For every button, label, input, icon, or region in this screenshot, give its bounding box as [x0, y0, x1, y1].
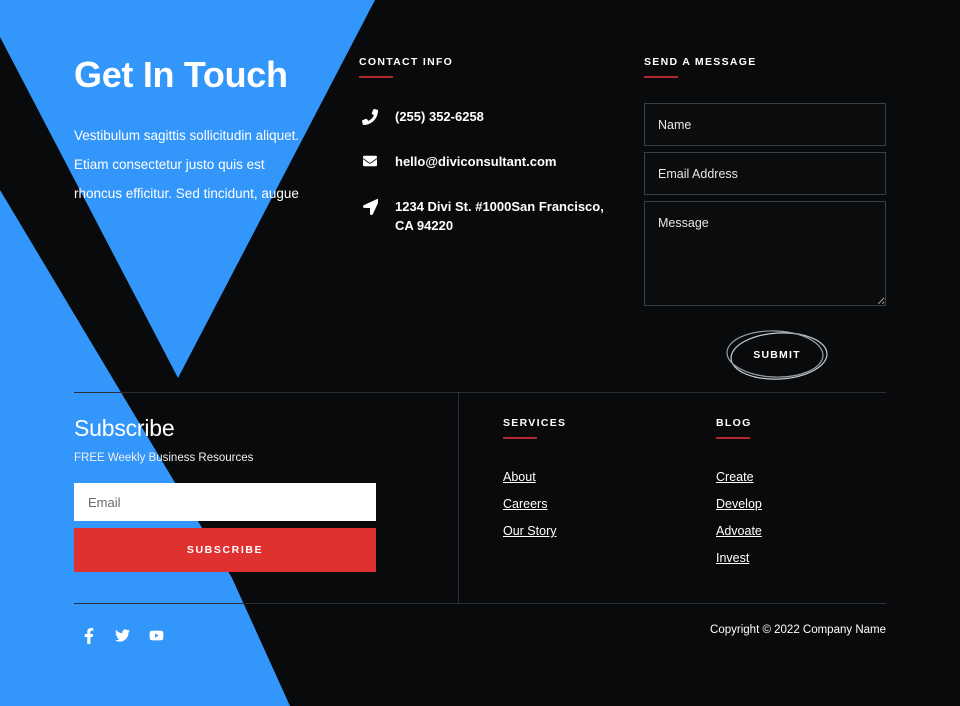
heading-rule — [716, 437, 750, 439]
subscribe-button[interactable]: SUBSCRIBE — [74, 528, 376, 572]
services-heading: SERVICES — [503, 417, 567, 429]
link-create[interactable]: Create — [716, 470, 754, 484]
divider-top — [74, 392, 886, 393]
link-careers[interactable]: Careers — [503, 497, 547, 511]
contact-email-text: hello@diviconsultant.com — [395, 153, 557, 169]
contact-address-text: 1234 Divi St. #1000San Francisco, CA 942… — [395, 198, 604, 233]
name-input[interactable] — [644, 103, 886, 146]
hero-block: Get In Touch Vestibulum sagittis sollici… — [74, 55, 334, 208]
send-message-heading: SEND A MESSAGE — [644, 56, 757, 68]
blog-link-list: Create Develop Advoate Invest — [716, 470, 856, 565]
submit-button[interactable]: SUBMIT — [725, 328, 829, 382]
social-links — [78, 625, 167, 646]
contact-item-email[interactable]: hello@diviconsultant.com — [359, 153, 609, 172]
email-input[interactable] — [644, 152, 886, 195]
location-arrow-icon — [359, 198, 381, 215]
services-link-list: About Careers Our Story — [503, 470, 643, 538]
subscribe-title: Subscribe — [74, 415, 175, 441]
contact-page: Get In Touch Vestibulum sagittis sollici… — [0, 0, 960, 706]
youtube-icon[interactable] — [146, 625, 167, 646]
link-invest[interactable]: Invest — [716, 551, 749, 565]
contact-item-phone[interactable]: (255) 352-6258 — [359, 108, 609, 127]
message-textarea[interactable] — [644, 201, 886, 306]
link-our-story[interactable]: Our Story — [503, 524, 557, 538]
blog-heading: BLOG — [716, 417, 752, 429]
submit-button-label: SUBMIT — [753, 349, 801, 361]
top-section: Get In Touch Vestibulum sagittis sollici… — [0, 0, 960, 390]
link-about[interactable]: About — [503, 470, 536, 484]
divider-bottom — [74, 603, 886, 604]
contact-list: (255) 352-6258 hello@diviconsultant.com — [359, 108, 609, 235]
twitter-icon[interactable] — [112, 625, 133, 646]
copyright-text: Copyright © 2022 Company Name — [710, 624, 886, 636]
contact-phone-text: (255) 352-6258 — [395, 109, 484, 124]
link-advoate[interactable]: Advoate — [716, 524, 762, 538]
contact-info-column: CONTACT INFO (255) 352-6258 hello@divico… — [359, 56, 609, 235]
divider-vertical — [458, 392, 459, 603]
heading-rule — [359, 76, 393, 78]
link-develop[interactable]: Develop — [716, 497, 762, 511]
phone-icon — [359, 108, 381, 125]
send-message-column: SEND A MESSAGE SUBMIT — [644, 56, 886, 382]
submit-area: SUBMIT — [644, 328, 886, 382]
subscribe-email-input[interactable] — [74, 483, 376, 521]
heading-rule — [644, 76, 678, 78]
envelope-icon — [359, 153, 381, 168]
subscribe-subtitle: FREE Weekly Business Resources — [74, 452, 254, 464]
contact-form: SUBMIT — [644, 103, 886, 382]
contact-info-heading: CONTACT INFO — [359, 56, 454, 68]
blog-column: BLOG Create Develop Advoate Invest — [716, 417, 856, 565]
hero-paragraph: Vestibulum sagittis sollicitudin aliquet… — [74, 127, 300, 201]
services-column: SERVICES About Careers Our Story — [503, 417, 643, 538]
heading-rule — [503, 437, 537, 439]
page-title: Get In Touch — [74, 54, 288, 95]
contact-item-address[interactable]: 1234 Divi St. #1000San Francisco, CA 942… — [359, 198, 609, 236]
facebook-icon[interactable] — [78, 625, 99, 646]
subscribe-column: Subscribe FREE Weekly Business Resources… — [74, 415, 376, 572]
